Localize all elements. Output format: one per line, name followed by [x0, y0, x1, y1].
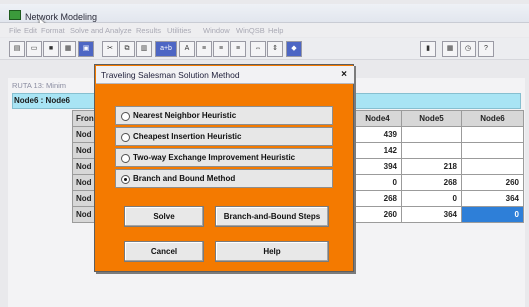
align-center-icon[interactable]: ≡ [213, 41, 229, 57]
document-title: RUTA 13: Minim [12, 81, 67, 90]
column-header-node4[interactable]: Node4 [353, 110, 402, 127]
radio-cheapest-insertion[interactable]: Cheapest Insertion Heuristic [115, 127, 333, 146]
close-icon[interactable]: × [338, 69, 350, 81]
menu-help[interactable]: Help [268, 26, 283, 35]
table-cell[interactable]: 268 [353, 190, 402, 207]
radio-label: Branch and Bound Method [133, 174, 236, 183]
radio-label: Cheapest Insertion Heuristic [133, 132, 242, 141]
column-header-node5[interactable]: Node5 [401, 110, 462, 127]
row-height-icon[interactable]: ⇕ [267, 41, 283, 57]
menu-utilities[interactable]: Utilities [167, 26, 191, 35]
align-right-icon[interactable]: ≡ [230, 41, 246, 57]
copy-icon[interactable]: ⧉ [119, 41, 135, 57]
new-file-icon[interactable]: ▤ [9, 41, 25, 57]
table-cell[interactable]: 218 [401, 158, 462, 175]
table-cell[interactable] [401, 126, 462, 143]
column-width-icon[interactable]: ⇔ [250, 41, 266, 57]
table-cell[interactable]: 260 [461, 174, 524, 191]
cut-icon[interactable]: ✂ [102, 41, 118, 57]
radio-branch-and-bound[interactable]: Branch and Bound Method [115, 169, 333, 188]
table-cell[interactable]: 439 [353, 126, 402, 143]
cell-reference: Node6 : Node6 [14, 96, 71, 105]
font-icon[interactable]: A [179, 41, 195, 57]
save-icon[interactable]: ■ [43, 41, 59, 57]
tsp-solution-method-dialog: Traveling Salesman Solution Method × Nea… [94, 64, 354, 272]
branch-and-bound-steps-button[interactable]: Branch-and-Bound Steps [215, 206, 329, 227]
radio-label: Two-way Exchange Improvement Heuristic [133, 153, 296, 162]
menu-solve[interactable]: Solve and Analyze [70, 26, 132, 35]
table-cell[interactable] [461, 158, 524, 175]
table-cell-selected[interactable]: 0 [461, 206, 524, 223]
column-header-node6[interactable]: Node6 [461, 110, 524, 127]
grid-icon[interactable]: ▣ [78, 41, 94, 57]
help-icon[interactable]: ? [478, 41, 494, 57]
title-bar: Network Modeling [0, 4, 529, 23]
menu-file[interactable]: File [9, 26, 21, 35]
radio-nearest-neighbor[interactable]: Nearest Neighbor Heuristic [115, 106, 333, 125]
table-cell[interactable]: 364 [461, 190, 524, 207]
table-cell[interactable]: 364 [401, 206, 462, 223]
radio-button-checked-icon[interactable] [121, 175, 130, 184]
dialog-title: Traveling Salesman Solution Method [101, 70, 240, 80]
chart-icon[interactable]: ▮ [420, 41, 436, 57]
table-cell[interactable] [461, 126, 524, 143]
table-cell[interactable]: 260 [353, 206, 402, 223]
table-cell[interactable]: 394 [353, 158, 402, 175]
print-icon[interactable]: ▦ [60, 41, 76, 57]
paste-icon[interactable]: ▥ [136, 41, 152, 57]
align-left-icon[interactable]: ≡ [196, 41, 212, 57]
menu-winqsb[interactable]: WinQSB [236, 26, 265, 35]
table-cell[interactable]: 0 [353, 174, 402, 191]
cancel-button[interactable]: Cancel [124, 241, 204, 262]
menu-window[interactable]: Window [203, 26, 230, 35]
table-cell[interactable] [401, 142, 462, 159]
dialog-title-bar[interactable]: Traveling Salesman Solution Method × [96, 66, 354, 84]
menu-edit[interactable]: Edit [24, 26, 37, 35]
radio-two-way-exchange[interactable]: Two-way Exchange Improvement Heuristic [115, 148, 333, 167]
clock-icon[interactable]: ◷ [460, 41, 476, 57]
open-file-icon[interactable]: ▭ [26, 41, 42, 57]
help-button[interactable]: Help [215, 241, 329, 262]
table-cell[interactable] [461, 142, 524, 159]
solve-button[interactable]: Solve [124, 206, 204, 227]
table-cell[interactable]: 268 [401, 174, 462, 191]
radio-button-icon[interactable] [121, 133, 130, 142]
app-window: Network Modeling File Edit Format Solve … [0, 0, 529, 307]
radio-button-icon[interactable] [121, 112, 130, 121]
radio-button-icon[interactable] [121, 154, 130, 163]
table-cell[interactable]: 142 [353, 142, 402, 159]
menu-results[interactable]: Results [136, 26, 161, 35]
table-cell[interactable]: 0 [401, 190, 462, 207]
app-icon [9, 10, 21, 20]
graph-icon[interactable]: ◆ [286, 41, 302, 57]
net-label-icon[interactable]: a+b [155, 41, 177, 57]
table-view-icon[interactable]: ▦ [442, 41, 458, 57]
menu-format[interactable]: Format [41, 26, 65, 35]
radio-label: Nearest Neighbor Heuristic [133, 111, 237, 120]
